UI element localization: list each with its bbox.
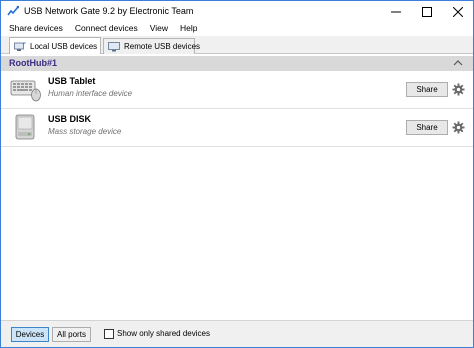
- menu-view[interactable]: View: [146, 22, 172, 36]
- device-row-usb-disk[interactable]: USB DISK Mass storage device Share: [1, 109, 473, 147]
- tab-remote-label: Remote USB devices: [124, 42, 201, 51]
- chevron-up-icon[interactable]: [453, 59, 463, 67]
- device-description: Mass storage device: [48, 127, 122, 136]
- share-button[interactable]: Share: [406, 120, 448, 135]
- tab-local-label: Local USB devices: [30, 42, 98, 51]
- monitor-icon: [108, 41, 120, 51]
- show-only-shared-checkbox[interactable]: [104, 329, 114, 339]
- device-name: USB DISK: [48, 114, 92, 124]
- tab-remote-usb-devices[interactable]: Remote USB devices: [103, 38, 200, 54]
- devices-view-button[interactable]: Devices: [11, 327, 49, 342]
- menu-connect-devices[interactable]: Connect devices: [71, 22, 142, 36]
- minimize-button[interactable]: [381, 1, 411, 22]
- device-list: RootHub#1 USB Tablet Human interface dev…: [1, 54, 473, 320]
- all-ports-view-button[interactable]: All ports: [52, 327, 91, 342]
- app-window: USB Network Gate 9.2 by Electronic Team …: [0, 0, 474, 348]
- bottom-bar: Devices All ports Show only shared devic…: [1, 320, 473, 347]
- gear-icon[interactable]: [452, 121, 465, 134]
- gear-icon[interactable]: [452, 83, 465, 96]
- keyboard-mouse-icon: [10, 80, 41, 102]
- close-button[interactable]: [443, 1, 473, 22]
- maximize-icon: [422, 6, 432, 17]
- device-name: USB Tablet: [48, 76, 96, 86]
- roothub-group-header[interactable]: RootHub#1: [1, 56, 473, 71]
- menu-help[interactable]: Help: [176, 22, 201, 36]
- tab-strip: Local USB devices Remote USB devices: [1, 36, 473, 55]
- disk-drive-icon: [15, 114, 35, 140]
- maximize-button[interactable]: [412, 1, 442, 22]
- tab-local-usb-devices[interactable]: Local USB devices: [9, 37, 101, 55]
- title-bar[interactable]: USB Network Gate 9.2 by Electronic Team: [1, 1, 473, 22]
- device-description: Human interface device: [48, 89, 133, 98]
- roothub-title: RootHub#1: [9, 58, 57, 68]
- device-row-usb-tablet[interactable]: USB Tablet Human interface device Share: [1, 71, 473, 109]
- minimize-icon: [391, 11, 401, 12]
- share-button[interactable]: Share: [406, 82, 448, 97]
- show-only-shared-label[interactable]: Show only shared devices: [117, 329, 210, 338]
- close-icon: [453, 6, 463, 17]
- usb-local-icon: [14, 41, 26, 51]
- menu-bar: Share devices Connect devices View Help: [1, 22, 473, 36]
- app-logo-icon: [7, 5, 19, 16]
- menu-share-devices[interactable]: Share devices: [5, 22, 67, 36]
- window-title: USB Network Gate 9.2 by Electronic Team: [24, 6, 194, 16]
